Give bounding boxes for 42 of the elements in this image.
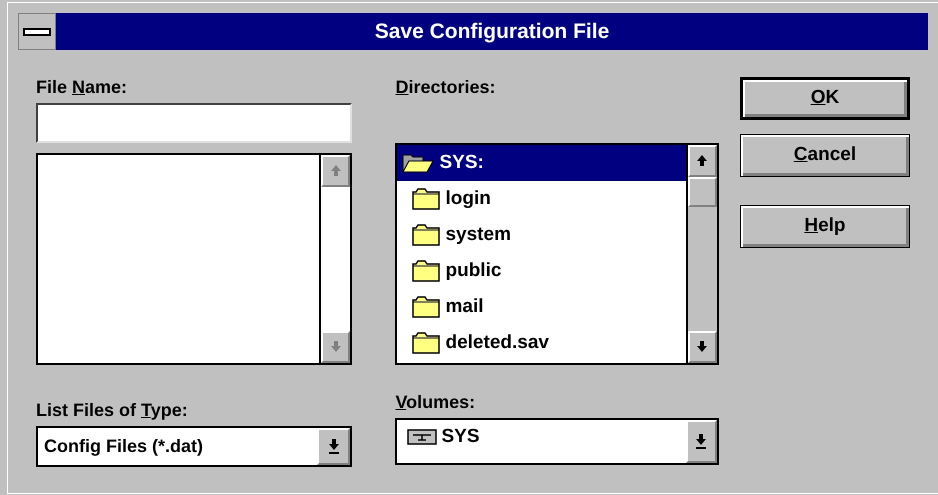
directory-name: mail [445,294,484,319]
volume-dropdown[interactable]: SYS [395,418,719,465]
drive-icon [407,429,438,445]
system-menu-button[interactable] [18,13,56,50]
directory-item[interactable]: system [397,217,686,253]
folder-icon [411,295,442,319]
field-label: Volumes: [395,391,476,413]
directory-name: public [445,258,502,283]
bar-icon [23,28,51,36]
field-label: List Files of Type: [36,399,189,421]
dialog-button[interactable]: Cancel [740,134,910,177]
scroll-up-button[interactable] [688,145,717,177]
scroll-down-button[interactable] [688,331,717,363]
folder-icon [411,187,442,211]
folder-icon [411,331,442,355]
dropdown-value: Config Files (*.dat) [43,435,204,458]
directory-list[interactable]: SYS: login system public mail deleted.sav [395,143,719,365]
window-title: Save Configuration File [56,13,928,50]
directory-name: SYS: [439,150,484,175]
dialog-button[interactable]: OK [740,77,910,120]
field-label: File Name: [36,76,128,98]
folder-icon [411,223,442,247]
down-arrow-icon [326,438,341,455]
directory-name: system [445,222,511,247]
directory-item[interactable]: login [397,181,686,217]
folder-icon [411,259,442,283]
open-folder-icon [401,152,436,174]
down-arrow-icon [694,433,708,450]
dropdown-button[interactable] [317,428,350,465]
scroll-thumb[interactable] [688,177,717,207]
file-name-field[interactable] [36,103,352,143]
directory-item[interactable]: public [397,253,686,289]
directory-item[interactable]: deleted.sav [397,325,686,361]
file-type-dropdown[interactable]: Config Files (*.dat) [36,426,352,467]
dropdown-value: SYS [441,424,480,449]
directory-item[interactable]: mail [397,289,686,325]
field-label: Directories: [395,76,497,98]
directory-item[interactable]: SYS: [397,145,686,181]
directory-name: login [445,186,491,211]
directory-name: deleted.sav [445,330,549,355]
dialog-button[interactable]: Help [740,205,910,248]
dropdown-button[interactable] [686,420,717,463]
